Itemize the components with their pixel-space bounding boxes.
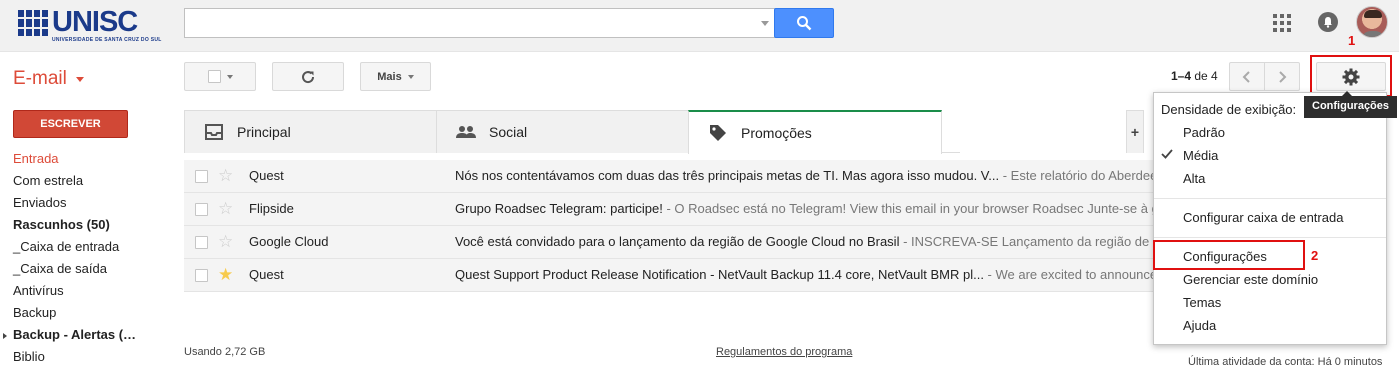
more-button[interactable]: Mais (360, 62, 431, 91)
email-sender: Google Cloud (249, 234, 329, 249)
older-button[interactable] (1264, 62, 1300, 91)
sidebar-item-sent[interactable]: Enviados (13, 195, 66, 210)
menu-divider (1154, 237, 1386, 238)
email-subject: Grupo Roadsec Telegram: participe! (455, 201, 663, 216)
email-subject: Nós nos contentávamos com duas das três … (455, 168, 1000, 183)
star-icon[interactable]: ☆ (218, 199, 233, 219)
tab-social[interactable]: Social (436, 110, 689, 153)
apps-grid-icon[interactable] (1273, 14, 1291, 32)
menu-divider (1154, 198, 1386, 199)
more-button-label: Mais (377, 70, 402, 83)
sidebar-item-starred[interactable]: Com estrela (13, 173, 83, 188)
refresh-icon (302, 70, 315, 83)
top-bar: UNISC UNIVERSIDADE DE SANTA CRUZ DO SUL (0, 0, 1399, 52)
table-row[interactable]: ★ Quest Quest Support Product Release No… (184, 259, 1154, 292)
menu-item-manage-domain[interactable]: Gerenciar este domínio (1183, 272, 1318, 287)
row-checkbox[interactable] (195, 203, 208, 216)
sidebar-item-drafts[interactable]: Rascunhos (50) (13, 217, 110, 232)
compose-button[interactable]: ESCREVER (13, 110, 128, 138)
refresh-button[interactable] (272, 62, 344, 91)
chevron-right-icon (1279, 70, 1287, 83)
logo-mark (18, 10, 48, 36)
pagination-count: 1–4 de 4 (1171, 69, 1218, 83)
menu-item-themes[interactable]: Temas (1183, 295, 1221, 310)
search-input[interactable] (184, 8, 776, 38)
tab-principal[interactable]: Principal (184, 110, 437, 153)
menu-item-density-medium[interactable]: Média (1183, 148, 1218, 163)
email-snippet: - INSCREVA-SE Lançamento da região de C (899, 234, 1154, 249)
star-icon[interactable]: ☆ (218, 166, 233, 186)
search-icon (797, 16, 812, 31)
sidebar-item-label-biblio[interactable]: Biblio (13, 349, 45, 364)
select-all-checkbox[interactable] (207, 70, 221, 83)
app-switcher-dropdown-icon[interactable] (76, 77, 84, 82)
bell-glyph-icon (1324, 17, 1332, 28)
menu-item-help[interactable]: Ajuda (1183, 318, 1216, 333)
row-checkbox[interactable] (195, 269, 208, 282)
email-sender: Quest (249, 267, 284, 282)
menu-item-density-high[interactable]: Alta (1183, 171, 1205, 186)
checkmark-icon (1161, 149, 1173, 159)
program-policies-link[interactable]: Regulamentos do programa (716, 346, 852, 358)
table-row[interactable]: ☆ Flipside Grupo Roadsec Telegram: parti… (184, 193, 1154, 226)
chevron-left-icon (1242, 70, 1250, 83)
logo-subtitle: UNIVERSIDADE DE SANTA CRUZ DO SUL (52, 37, 162, 43)
annotation-step-1: 1 (1348, 33, 1356, 48)
notifications-bell-icon[interactable] (1318, 12, 1338, 32)
avatar[interactable] (1356, 6, 1388, 38)
category-tabs: Principal Social Promoções + (184, 110, 1144, 154)
email-snippet: - We are excited to announce a (983, 267, 1154, 282)
sidebar-item-label-caixa-saida[interactable]: _Caixa de saída (13, 261, 107, 276)
count-total: de 4 (1194, 69, 1218, 83)
search-button[interactable] (774, 8, 834, 38)
logo-wordmark: UNISC (52, 6, 138, 38)
inbox-tray-icon (203, 122, 225, 142)
count-range: 1–4 (1171, 69, 1192, 83)
tab-label: Social (489, 124, 528, 140)
sidebar-item-label-caixa-entrada[interactable]: _Caixa de entrada (13, 239, 119, 254)
sidebar: ESCREVER Entrada Com estrela Enviados Ra… (0, 101, 170, 364)
tab-label: Promoções (741, 125, 812, 141)
settings-tooltip: Configurações (1304, 96, 1398, 118)
row-checkbox[interactable] (195, 236, 208, 249)
add-tab-button[interactable]: + (1126, 110, 1144, 153)
star-icon[interactable]: ☆ (218, 232, 233, 252)
last-activity: Última atividade da conta: Há 0 minutos (1188, 356, 1383, 368)
app-switcher-label[interactable]: E-mail (13, 68, 67, 90)
people-icon (455, 122, 477, 142)
sidebar-item-label-backup[interactable]: Backup (13, 305, 56, 320)
annotation-box-settings (1153, 240, 1305, 270)
tab-label: Principal (237, 124, 291, 140)
search-options-dropdown-icon[interactable] (761, 21, 769, 26)
sidebar-item-inbox[interactable]: Entrada (13, 151, 59, 166)
density-heading: Densidade de exibição: (1161, 102, 1297, 117)
sidebar-item-label-antivirus[interactable]: Antivírus (13, 283, 64, 298)
menu-item-density-default[interactable]: Padrão (1183, 125, 1225, 140)
sidebar-item-label-backup-alertas[interactable]: Backup - Alertas (… (13, 327, 136, 342)
table-row[interactable]: ☆ Quest Nós nos contentávamos com duas d… (184, 160, 1154, 193)
expand-arrow-icon[interactable] (3, 333, 7, 339)
star-filled-icon[interactable]: ★ (218, 265, 233, 285)
email-snippet: - O Roadsec está no Telegram! View this … (662, 201, 1154, 216)
unisc-logo[interactable]: UNISC UNIVERSIDADE DE SANTA CRUZ DO SUL (18, 6, 161, 44)
newer-button[interactable] (1229, 62, 1265, 91)
tab-promocoes[interactable]: Promoções (688, 110, 942, 154)
email-sender: Quest (249, 168, 284, 183)
chevron-down-icon (407, 74, 414, 79)
annotation-step-2: 2 (1311, 248, 1319, 263)
chevron-down-icon (226, 74, 233, 79)
tag-icon (707, 123, 729, 143)
email-sender: Flipside (249, 201, 294, 216)
email-snippet: - Este relatório do Aberdeen (999, 168, 1154, 183)
email-subject: Quest Support Product Release Notificati… (455, 267, 984, 282)
storage-usage: Usando 2,72 GB (184, 346, 266, 358)
menu-item-configure-inbox[interactable]: Configurar caixa de entrada (1183, 210, 1343, 225)
row-checkbox[interactable] (195, 170, 208, 183)
email-subject: Você está convidado para o lançamento da… (455, 234, 900, 249)
select-all-button[interactable] (184, 62, 256, 91)
settings-menu: Densidade de exibição: Padrão Média Alta… (1153, 92, 1387, 345)
table-row[interactable]: ☆ Google Cloud Você está convidado para … (184, 226, 1154, 259)
